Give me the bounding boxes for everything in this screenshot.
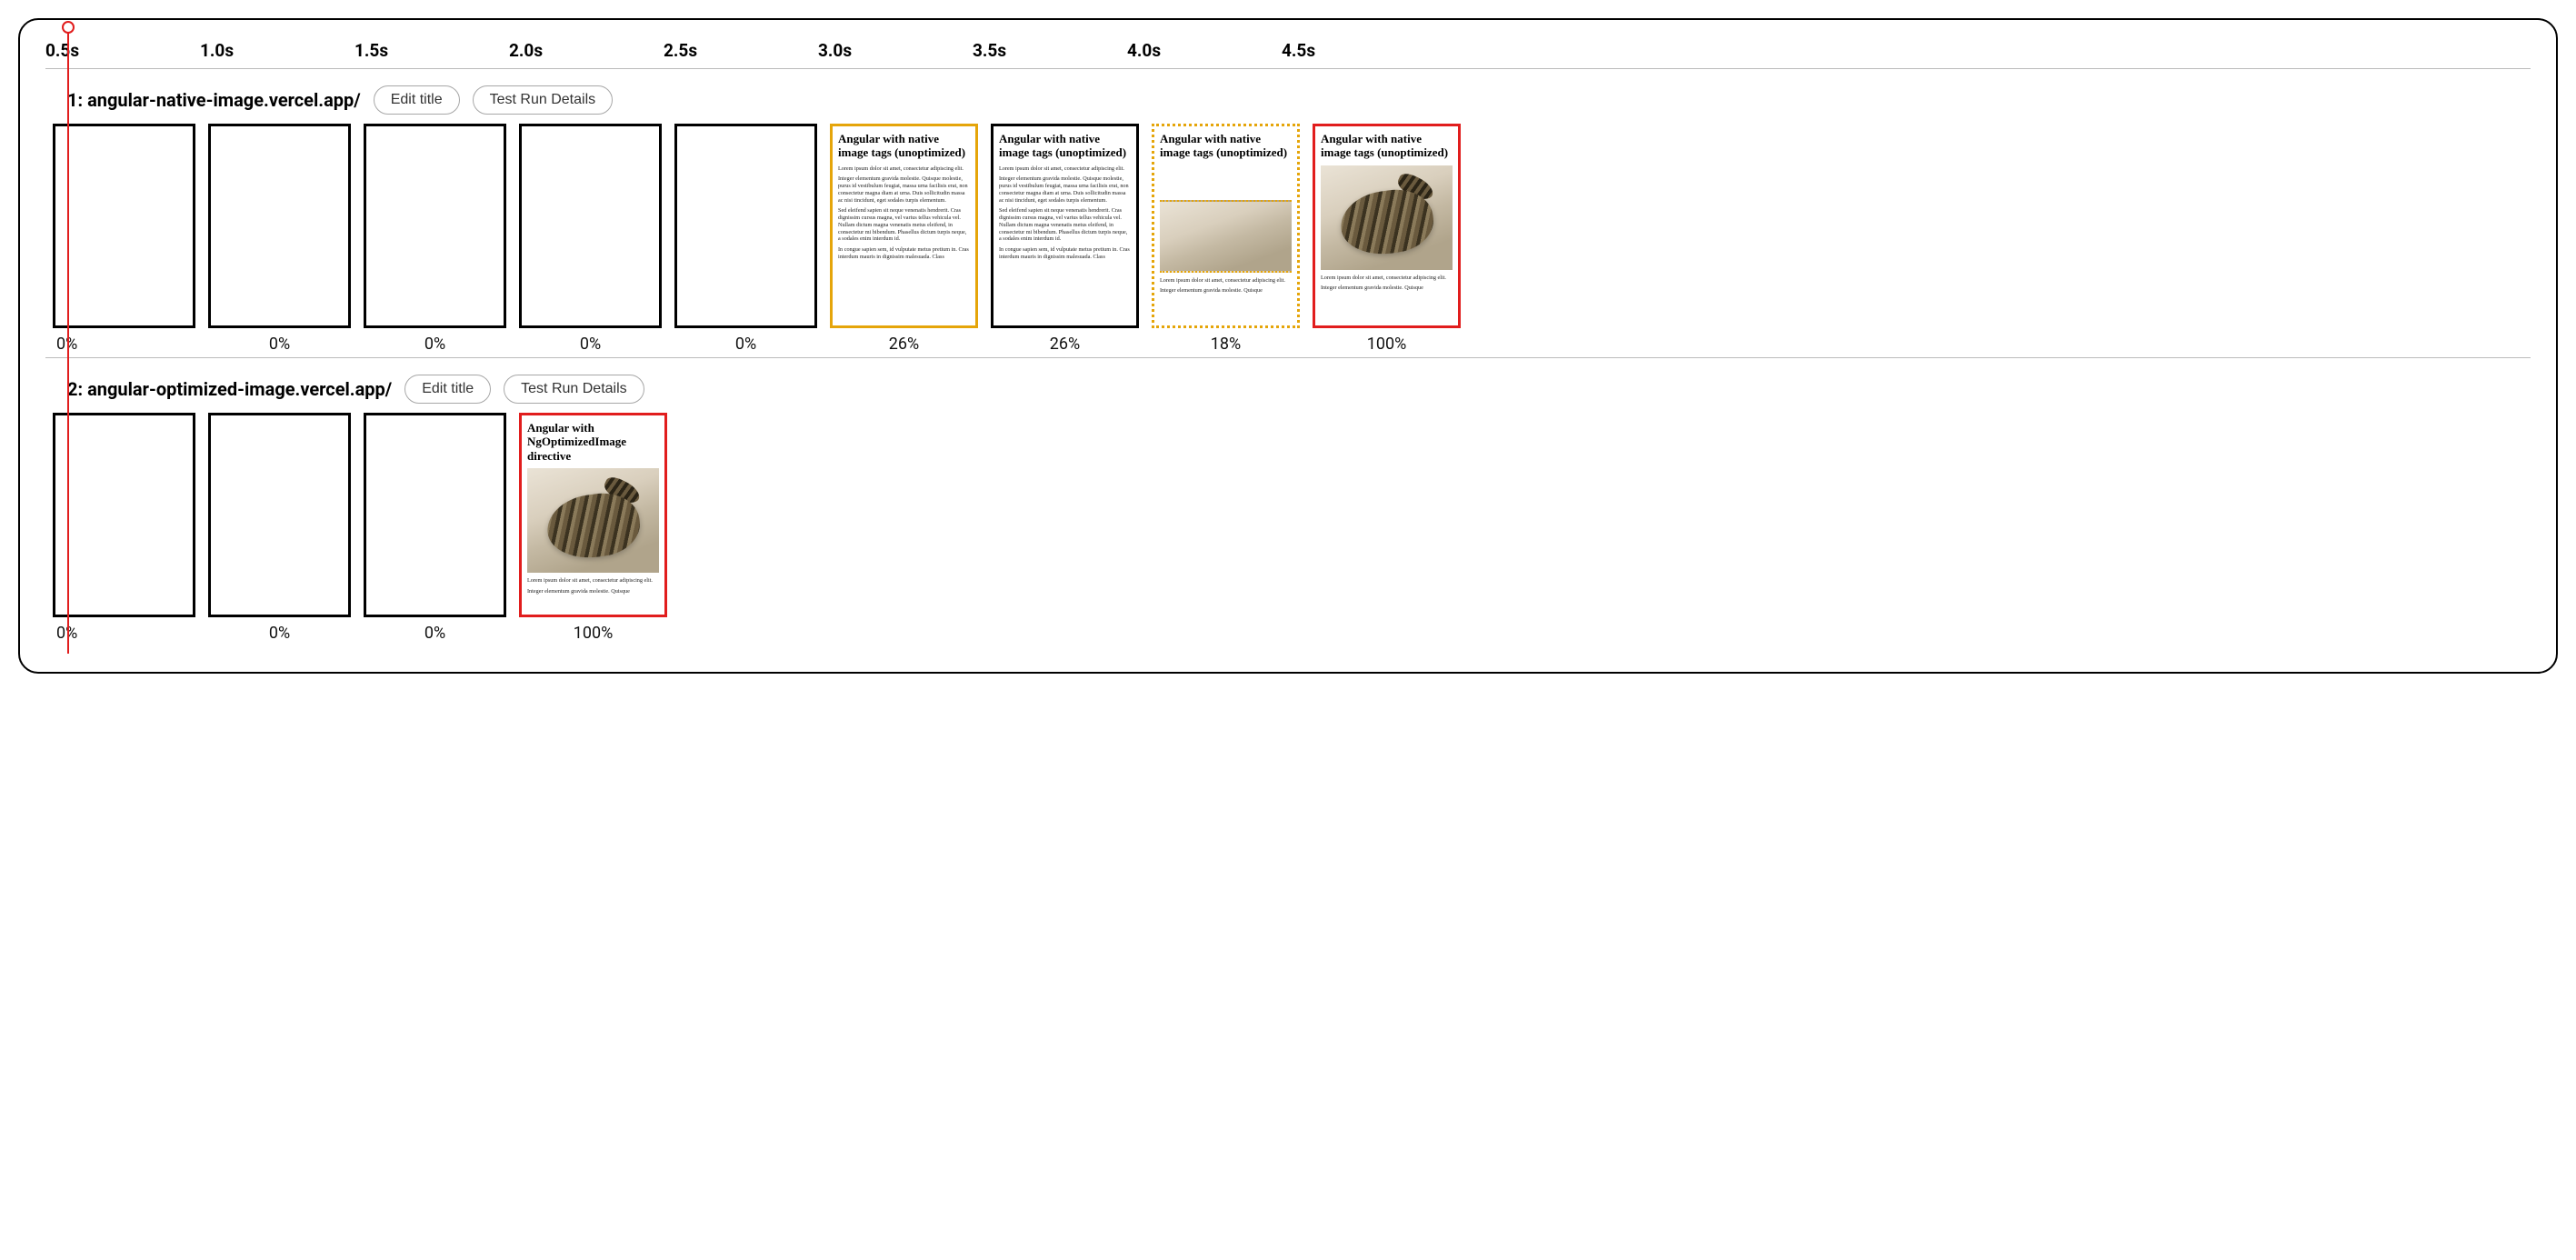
visual-complete-pct: 0% [208, 624, 351, 643]
thumb-para: Lorem ipsum dolor sit amet, consectetur … [1321, 275, 1453, 282]
frame: 0% [364, 124, 506, 354]
thumb-image-loading [1160, 200, 1292, 273]
frame: Angular with native image tags (unoptimi… [991, 124, 1139, 354]
visual-complete-pct: 26% [991, 335, 1139, 354]
thumbnail-blank[interactable] [364, 413, 506, 617]
run-title: 2: angular-optimized-image.vercel.app/ [67, 378, 392, 400]
filmstrip-row-1: 0% 0% 0% 0% 0% Angular with native image… [45, 124, 2531, 354]
filmstrip-panel: 0.5s 1.0s 1.5s 2.0s 2.5s 3.0s 3.5s 4.0s … [18, 18, 2558, 674]
timeline-tick: 3.5s [973, 40, 1127, 61]
thumb-para: Lorem ipsum dolor sit amet, consectetur … [999, 165, 1131, 173]
frame: 0% [53, 124, 195, 354]
timeline-ruler: 0.5s 1.0s 1.5s 2.0s 2.5s 3.0s 3.5s 4.0s … [45, 40, 2531, 69]
thumb-image [1321, 165, 1453, 270]
edit-title-button[interactable]: Edit title [404, 375, 491, 404]
thumbnail-blank[interactable] [208, 413, 351, 617]
frame: 0% [208, 124, 351, 354]
frame: 0% [53, 413, 195, 643]
playhead-line[interactable] [67, 27, 69, 654]
visual-complete-pct: 0% [519, 335, 662, 354]
visual-complete-pct: 26% [830, 335, 978, 354]
visual-complete-pct: 0% [208, 335, 351, 354]
thumbnail-text[interactable]: Angular with native image tags (unoptimi… [991, 124, 1139, 328]
thumbnail-blank[interactable] [208, 124, 351, 328]
frame: 0% [519, 124, 662, 354]
visual-complete-pct: 0% [364, 335, 506, 354]
thumb-para: In congue sapien sem, id vulputate metus… [838, 246, 970, 261]
timeline-tick: 2.5s [664, 40, 818, 61]
thumb-heading: Angular with native image tags (unoptimi… [1321, 132, 1453, 160]
timeline-tick: 1.0s [200, 40, 354, 61]
visual-complete-pct: 100% [519, 624, 667, 643]
thumb-para: Integer elementum gravida molestie. Quis… [1321, 285, 1453, 292]
timeline-tick: 1.5s [354, 40, 509, 61]
frame: 0% [364, 413, 506, 643]
visual-complete-pct: 0% [53, 624, 195, 643]
visual-complete-pct: 18% [1152, 335, 1300, 354]
thumb-para: Sed eleifend sapien sit neque venenatis … [838, 207, 970, 243]
run-title: 1: angular-native-image.vercel.app/ [67, 89, 361, 111]
test-run-details-button[interactable]: Test Run Details [504, 375, 644, 404]
thumb-para: Integer elementum gravida molestie. Quis… [527, 588, 659, 595]
thumb-para: In congue sapien sem, id vulputate metus… [999, 246, 1131, 261]
cat-illustration [1336, 185, 1436, 260]
test-run-details-button[interactable]: Test Run Details [473, 85, 614, 115]
visual-complete-pct: 100% [1313, 335, 1461, 354]
thumbnail-blank[interactable] [53, 124, 195, 328]
run-header-1: 1: angular-native-image.vercel.app/ Edit… [45, 82, 2531, 124]
thumbnail-complete[interactable]: Angular with native image tags (unoptimi… [1313, 124, 1461, 328]
thumb-para: Integer elementum gravida molestie. Quis… [999, 175, 1131, 204]
thumbnail-blank[interactable] [674, 124, 817, 328]
thumb-para: Lorem ipsum dolor sit amet, consectetur … [838, 165, 970, 173]
playhead-knob[interactable] [62, 21, 75, 34]
filmstrip-row-2: 0% 0% 0% Angular with NgOptimizedImage d… [45, 413, 2531, 643]
visual-complete-pct: 0% [53, 335, 195, 354]
thumb-image [527, 468, 659, 573]
timeline-tick: 4.0s [1127, 40, 1282, 61]
frame: 0% [674, 124, 817, 354]
thumbnail-blank[interactable] [519, 124, 662, 328]
edit-title-button[interactable]: Edit title [374, 85, 460, 115]
visual-complete-pct: 0% [364, 624, 506, 643]
frame: Angular with native image tags (unoptimi… [1313, 124, 1461, 354]
thumbnail-text[interactable]: Angular with native image tags (unoptimi… [830, 124, 978, 328]
run-header-2: 2: angular-optimized-image.vercel.app/ E… [45, 371, 2531, 413]
frame: 0% [208, 413, 351, 643]
thumbnail-partial[interactable]: Angular with native image tags (unoptimi… [1152, 124, 1300, 328]
thumbnail-complete[interactable]: Angular with NgOptimizedImage directive … [519, 413, 667, 617]
thumb-para: Integer elementum gravida molestie. Quis… [1160, 287, 1292, 295]
thumb-heading: Angular with NgOptimizedImage directive [527, 421, 659, 463]
frame: Angular with native image tags (unoptimi… [830, 124, 978, 354]
timeline-tick: 2.0s [509, 40, 664, 61]
thumb-heading: Angular with native image tags (unoptimi… [1160, 132, 1292, 160]
thumbnail-blank[interactable] [53, 413, 195, 617]
run-separator [45, 357, 2531, 358]
frame: Angular with native image tags (unoptimi… [1152, 124, 1300, 354]
thumbnail-blank[interactable] [364, 124, 506, 328]
visual-complete-pct: 0% [674, 335, 817, 354]
thumb-para: Lorem ipsum dolor sit amet, consectetur … [527, 577, 659, 585]
thumb-para: Sed eleifend sapien sit neque venenatis … [999, 207, 1131, 243]
thumb-heading: Angular with native image tags (unoptimi… [999, 132, 1131, 160]
thumb-heading: Angular with native image tags (unoptimi… [838, 132, 970, 160]
timeline-tick: 4.5s [1282, 40, 1436, 61]
frame: Angular with NgOptimizedImage directive … [519, 413, 667, 643]
thumb-para: Lorem ipsum dolor sit amet, consectetur … [1160, 277, 1292, 285]
timeline-tick: 3.0s [818, 40, 973, 61]
thumb-para: Integer elementum gravida molestie. Quis… [838, 175, 970, 204]
